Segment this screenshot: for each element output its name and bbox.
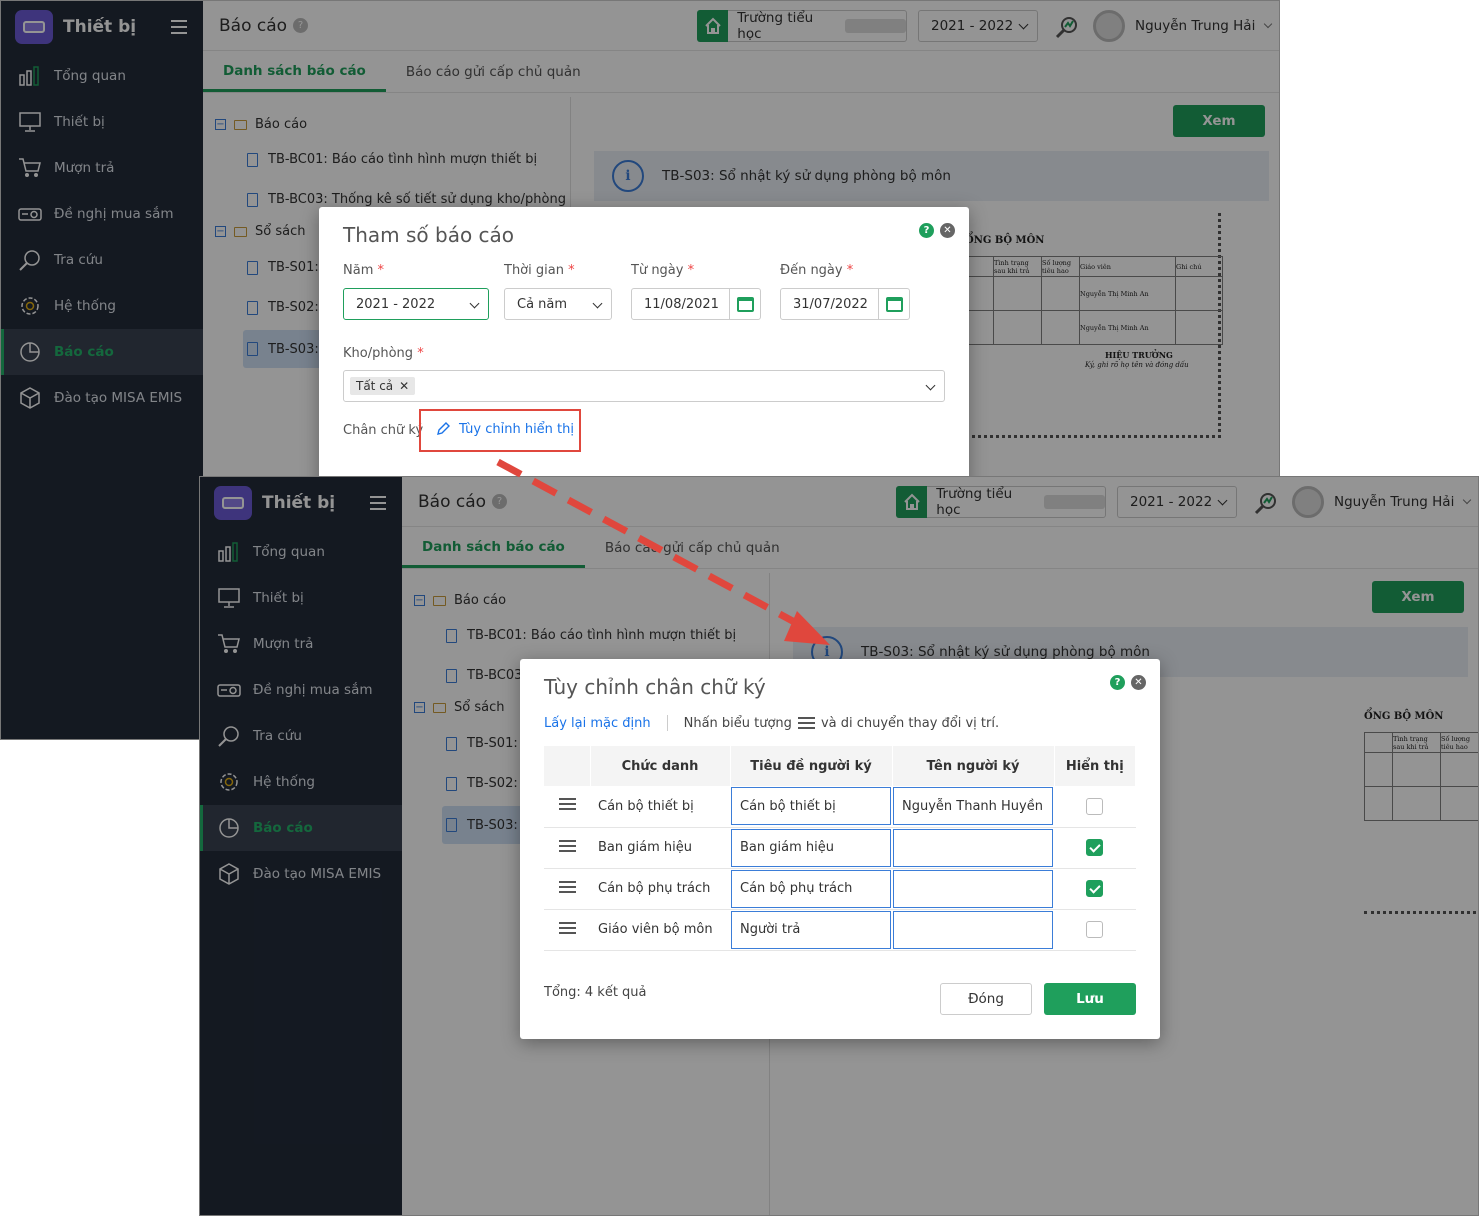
flow-arrow bbox=[496, 458, 830, 645]
